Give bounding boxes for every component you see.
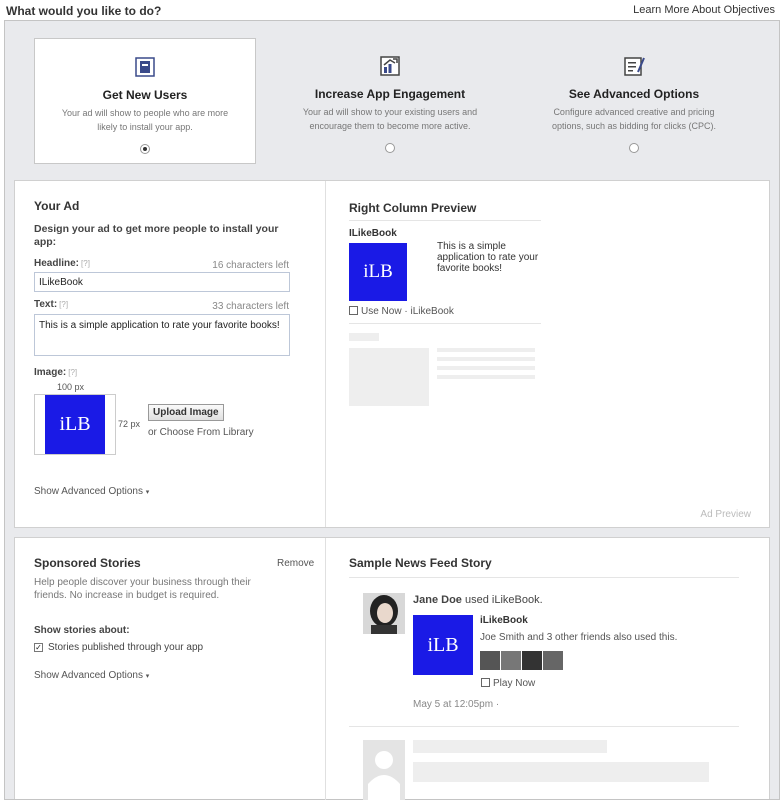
headline-input[interactable]: ILikeBook — [34, 272, 290, 292]
objective-advanced-options[interactable]: See Advanced Options Configure advanced … — [523, 38, 745, 164]
headline-chars-left: 16 characters left — [212, 260, 289, 271]
preview-thumb: iLB — [349, 243, 407, 301]
story-timestamp: May 5 at 12:05pm · — [413, 699, 500, 710]
placeholder-line — [437, 366, 535, 370]
friend-link[interactable]: Joe Smith — [480, 632, 524, 643]
sponsored-desc: Help people discover your business throu… — [34, 577, 251, 601]
page-title: What would you like to do? — [6, 4, 162, 18]
preview-ad-name: ILikeBook — [349, 228, 397, 239]
friend-avatar[interactable] — [522, 651, 542, 670]
users-icon — [135, 57, 155, 77]
objective-radio[interactable] — [140, 144, 150, 154]
objective-increase-engagement[interactable]: Increase App Engagement Your ad will sho… — [279, 38, 501, 164]
checkbox[interactable]: ✓ — [34, 643, 43, 652]
preview-use-now[interactable]: Use Now · iLikeBook — [349, 306, 454, 317]
upload-image-button[interactable]: Upload Image — [148, 404, 224, 421]
preview-ad-text: This is a simple application to rate you… — [437, 241, 539, 274]
play-now-link[interactable]: Play Now — [481, 678, 535, 689]
help-link[interactable]: [?] — [68, 368, 77, 377]
objective-get-new-users[interactable]: Get New Users Your ad will show to peopl… — [34, 38, 256, 164]
user-photo — [363, 593, 405, 634]
preview-divider — [349, 323, 541, 324]
app-icon — [349, 306, 358, 315]
person-silhouette-icon — [368, 751, 400, 800]
show-stories-label: Show stories about: — [34, 625, 130, 636]
placeholder-image — [349, 348, 429, 406]
your-ad-title: Your Ad — [34, 199, 80, 213]
placeholder-line — [437, 375, 535, 379]
story-friends: Joe Smith and 3 other friends also used … — [480, 632, 678, 643]
objective-radio[interactable] — [385, 143, 395, 153]
image-frame: iLB — [34, 394, 116, 455]
image-label: Image: [?] — [34, 367, 78, 378]
user-avatar — [363, 593, 405, 634]
remove-link[interactable]: Remove — [277, 558, 314, 569]
help-link[interactable]: [?] — [81, 259, 90, 268]
story-app-title[interactable]: iLikeBook — [480, 615, 528, 626]
engagement-icon — [380, 56, 400, 76]
placeholder-bar — [413, 762, 709, 782]
sponsored-title: Sponsored Stories — [34, 556, 141, 570]
friend-avatar[interactable] — [480, 651, 500, 670]
friend-faces — [480, 651, 563, 670]
story-headline: Jane Doe used iLikeBook. — [413, 594, 543, 606]
caret-down-icon: ▾ — [145, 489, 150, 496]
ad-image-thumb: iLB — [45, 395, 105, 454]
friend-avatar[interactable] — [543, 651, 563, 670]
panel-divider — [325, 538, 326, 800]
objective-title: Increase App Engagement — [314, 87, 466, 101]
show-advanced-options-ad[interactable]: Show Advanced Options ▾ — [34, 486, 149, 497]
caret-down-icon: ▾ — [145, 673, 150, 680]
choose-library-link[interactable]: or Choose From Library — [148, 427, 254, 438]
show-advanced-options-sponsored[interactable]: Show Advanced Options ▾ — [34, 670, 149, 681]
friend-avatar[interactable] — [501, 651, 521, 670]
placeholder-line — [437, 357, 535, 361]
objective-desc: Configure advanced creative and pricing … — [551, 107, 717, 131]
newsfeed-divider — [349, 726, 739, 727]
text-chars-left: 33 characters left — [212, 301, 289, 312]
sponsored-panel: Sponsored Stories Remove Help people dis… — [14, 537, 770, 800]
text-input[interactable]: This is a simple application to rate you… — [34, 314, 290, 356]
story-app[interactable]: iLikeBook. — [492, 594, 543, 606]
story-user[interactable]: Jane Doe — [413, 594, 462, 606]
objective-desc: Your ad will show to your existing users… — [302, 107, 478, 131]
objective-title: See Advanced Options — [568, 87, 700, 101]
panel-divider — [325, 181, 326, 527]
image-width-label: 100 px — [57, 382, 85, 392]
stories-checkbox-row[interactable]: ✓ Stories published through your app — [34, 642, 203, 653]
story-thumb[interactable]: iLB — [413, 615, 473, 675]
preview-divider — [349, 220, 541, 221]
placeholder-line — [437, 348, 535, 352]
checkbox-label: Stories published through your app — [48, 642, 204, 653]
advanced-icon — [624, 57, 645, 76]
newsfeed-title: Sample News Feed Story — [349, 556, 492, 570]
objective-radio[interactable] — [629, 143, 639, 153]
objective-desc: Your ad will show to people who are more… — [61, 108, 229, 132]
ad-preview-label: Ad Preview — [700, 509, 751, 520]
image-height-label: 72 px — [118, 419, 141, 429]
preview-title: Right Column Preview — [349, 201, 477, 215]
objective-title: Get New Users — [102, 88, 188, 102]
ad-panel: Your Ad Design your ad to get more peopl… — [14, 180, 770, 528]
newsfeed-divider — [349, 577, 739, 578]
placeholder-avatar — [363, 740, 405, 800]
your-ad-subtitle: Design your ad to get more people to ins… — [34, 223, 279, 248]
others-link[interactable]: 3 other friends — [547, 632, 611, 643]
app-icon — [481, 678, 490, 687]
headline-label: Headline: [?] — [34, 258, 90, 269]
help-link[interactable]: [?] — [59, 300, 68, 309]
text-label: Text: [?] — [34, 299, 69, 310]
placeholder-bar — [413, 740, 607, 753]
learn-more-link[interactable]: Learn More About Objectives — [633, 4, 775, 16]
placeholder-bar — [349, 333, 379, 341]
